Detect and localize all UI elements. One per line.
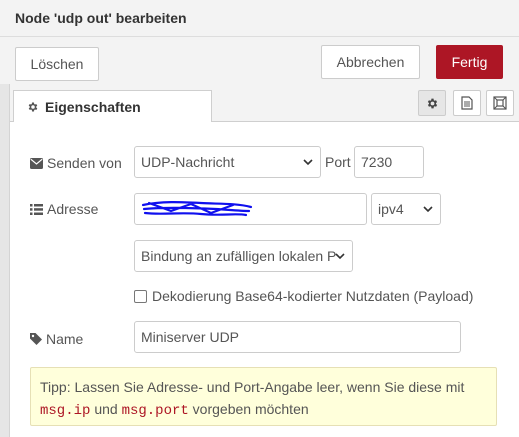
name-label: Name xyxy=(46,331,84,347)
send-label: Senden von xyxy=(47,155,122,171)
base64-decode-checkbox[interactable] xyxy=(134,289,147,303)
send-select-value: UDP-Nachricht xyxy=(141,154,235,170)
ip-version-select[interactable]: ipv4 xyxy=(371,193,441,225)
tab-properties-label: Eigenschaften xyxy=(45,98,141,115)
tip-text-prefix: Tipp: Lassen Sie Adresse- und Port-Angab… xyxy=(40,379,465,395)
port-label: Port xyxy=(325,154,351,170)
base64-decode-label: Dekodierung Base64-kodierter Nutzdaten (… xyxy=(152,288,474,304)
cancel-button[interactable]: Abbrechen xyxy=(321,45,420,79)
address-input[interactable] xyxy=(134,193,367,225)
ip-version-value: ipv4 xyxy=(378,201,404,217)
document-icon xyxy=(461,96,473,110)
node-description-button[interactable] xyxy=(453,90,481,116)
tab-bar: Eigenschaften xyxy=(10,84,519,123)
gear-icon xyxy=(426,97,439,110)
send-select[interactable]: UDP-Nachricht xyxy=(134,146,321,178)
tray-toolbar: Löschen Abbrechen Fertig xyxy=(0,37,519,84)
port-input[interactable]: 7230 xyxy=(354,146,424,178)
address-label: Adresse xyxy=(47,201,99,217)
redaction-scribble xyxy=(141,201,253,217)
gear-icon xyxy=(27,101,39,113)
node-settings-button[interactable] xyxy=(418,90,446,116)
delete-button[interactable]: Löschen xyxy=(15,47,99,81)
chevron-down-icon xyxy=(335,250,345,262)
done-button[interactable]: Fertig xyxy=(436,45,503,79)
dialog-title: Node 'udp out' bearbeiten xyxy=(15,10,187,26)
tip-code-ip: msg.ip xyxy=(40,403,91,419)
tip-code-port: msg.port xyxy=(121,403,189,419)
tip-text-suffix: vorgeben möchten xyxy=(192,401,309,417)
tray-header: Node 'udp out' bearbeiten xyxy=(0,0,519,37)
tag-icon xyxy=(30,333,42,345)
node-appearance-button[interactable] xyxy=(486,90,514,116)
name-label-row: Name xyxy=(30,330,83,348)
bind-select[interactable]: Bindung an zufälligen lokalen P xyxy=(134,240,353,272)
frame-icon xyxy=(493,96,507,110)
list-icon xyxy=(30,203,43,215)
chevron-down-icon xyxy=(303,156,313,168)
envelope-icon xyxy=(30,157,43,169)
base64-decode-option[interactable]: Dekodierung Base64-kodierter Nutzdaten (… xyxy=(134,288,473,304)
send-label-row: Senden von xyxy=(30,154,122,172)
properties-panel: Senden von UDP-Nachricht Port 7230 Adres… xyxy=(10,122,519,437)
tip-text-middle: und xyxy=(94,401,118,417)
name-input[interactable]: Miniserver UDP xyxy=(134,321,461,353)
chevron-down-icon xyxy=(423,203,433,215)
address-label-row: Adresse xyxy=(30,200,98,218)
tab-properties[interactable]: Eigenschaften xyxy=(13,90,212,123)
tip-box: Tipp: Lassen Sie Adresse- und Port-Angab… xyxy=(30,367,497,426)
bind-select-value: Bindung an zufälligen lokalen P xyxy=(141,248,337,264)
